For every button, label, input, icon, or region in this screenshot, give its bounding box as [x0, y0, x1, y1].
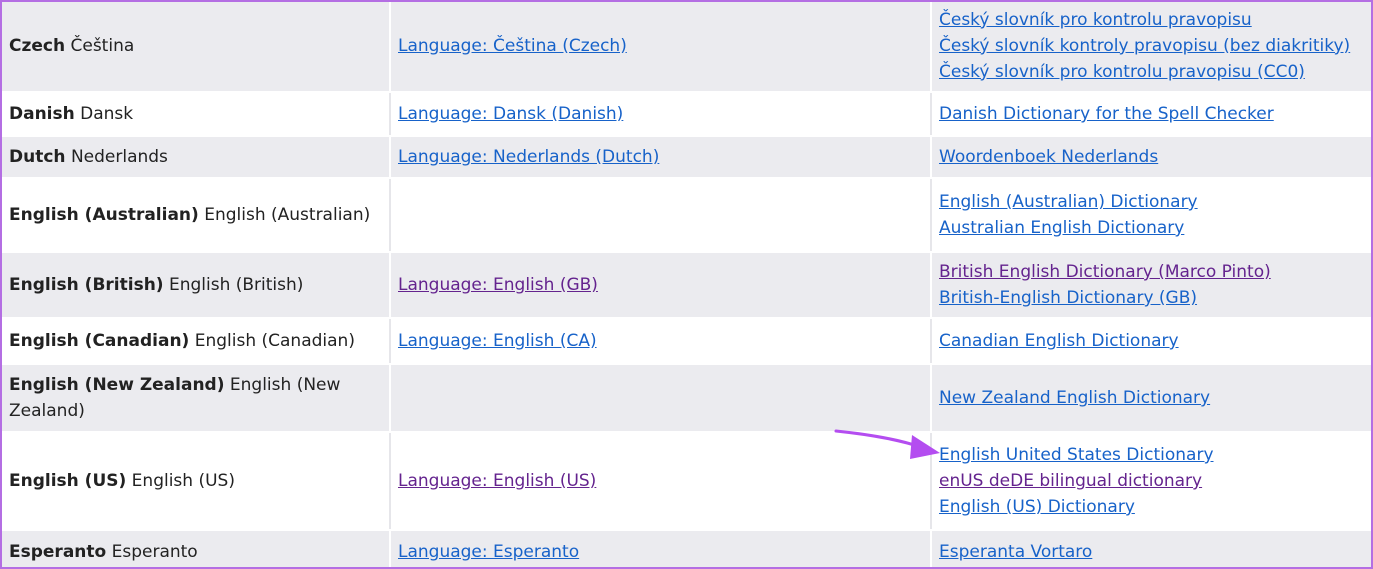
language-name-native: Nederlands: [70, 147, 168, 167]
dictionary-links-cell: Woordenboek Nederlands: [931, 136, 1371, 179]
dictionary-link[interactable]: New Zealand English Dictionary: [939, 385, 1210, 411]
arrow-pointer-icon: [834, 429, 940, 459]
dictionary-links-cell: English (Australian) Dictionary Australia…: [931, 178, 1371, 253]
dictionary-links-cell: New Zealand English Dictionary: [931, 364, 1371, 433]
language-name-native: English (Canadian): [194, 331, 355, 351]
table-body: Czech Čeština Language: Čeština (Czech) Če…: [2, 2, 1371, 567]
table-row: Esperanto Esperanto Language: Esperanto Es…: [2, 530, 1371, 567]
dictionary-link[interactable]: Esperanta Vortaro: [939, 539, 1092, 565]
language-page-cell: Language: Nederlands (Dutch): [390, 136, 932, 179]
language-name-english: English (US): [9, 471, 127, 491]
table-row: English (New Zealand) English (New Zeala…: [2, 364, 1371, 433]
dictionary-links-cell: Český slovník pro kontrolu pravopisu Česk…: [931, 2, 1371, 93]
language-dictionary-table: Czech Čeština Language: Čeština (Czech) Če…: [2, 2, 1371, 567]
language-name-english: Czech: [9, 35, 66, 56]
language-name-cell: English (New Zealand) English (New Zeala…: [2, 364, 391, 433]
language-page-cell: Language: Esperanto: [390, 530, 932, 567]
language-name-native: Dansk: [80, 104, 134, 124]
table-row: English (Canadian) English (Canadian) Lan…: [2, 318, 1371, 365]
language-name-cell: Dutch Nederlands: [2, 136, 391, 179]
language-name-english: English (New Zealand): [9, 375, 225, 395]
language-name-english: English (Canadian): [9, 331, 190, 351]
dictionary-link[interactable]: English (US) Dictionary: [939, 494, 1135, 520]
language-page-cell: [390, 178, 932, 253]
dictionary-link[interactable]: Woordenboek Nederlands: [939, 144, 1158, 170]
language-name-native: English (US): [131, 471, 235, 491]
dictionary-links-cell: Danish Dictionary for the Spell Checker: [931, 92, 1371, 137]
language-name-cell: English (Australian) English (Australian…: [2, 178, 391, 253]
dictionary-link[interactable]: Český slovník pro kontrolu pravopisu (CC…: [939, 59, 1305, 85]
language-name-cell: English (US) English (US): [2, 432, 391, 531]
language-name-cell: Czech Čeština: [2, 2, 391, 93]
language-page-cell: Language: Čeština (Czech): [390, 2, 932, 93]
dictionary-link[interactable]: Český slovník kontroly pravopisu (bez di…: [939, 33, 1350, 59]
dictionary-link[interactable]: enUS deDE bilingual dictionary: [939, 468, 1202, 494]
language-page-cell: Language: Dansk (Danish): [390, 92, 932, 137]
language-name-english: English (British): [9, 275, 164, 295]
language-page-cell: Language: English (CA): [390, 318, 932, 365]
dictionary-links-cell: Esperanta Vortaro: [931, 530, 1371, 567]
language-name-native: English (British): [168, 275, 304, 295]
language-name-native: Esperanto: [111, 542, 198, 562]
dictionary-links-cell: British English Dictionary (Marco Pinto)…: [931, 252, 1371, 319]
language-name-cell: English (Canadian) English (Canadian): [2, 318, 391, 365]
language-page-link[interactable]: Language: Esperanto: [398, 542, 579, 562]
language-page-link[interactable]: Language: Čeština (Czech): [398, 36, 627, 56]
language-name-cell: English (British) English (British): [2, 252, 391, 319]
dictionary-link[interactable]: Danish Dictionary for the Spell Checker: [939, 101, 1274, 127]
language-name-english: English (Australian): [9, 205, 199, 225]
language-dictionary-table-frame: Czech Čeština Language: Čeština (Czech) Če…: [0, 0, 1373, 569]
table-row: Dutch Nederlands Language: Nederlands (Du…: [2, 136, 1371, 179]
language-name-native: English (Australian): [204, 205, 371, 225]
dictionary-link[interactable]: English United States Dictionary: [939, 442, 1214, 468]
dictionary-links-cell: English United States Dictionary enUS deD…: [931, 432, 1371, 531]
language-name-english: Dutch: [9, 147, 66, 167]
language-page-cell: [390, 364, 932, 433]
language-page-link[interactable]: Language: Dansk (Danish): [398, 104, 623, 124]
language-name-english: Esperanto: [9, 542, 107, 562]
language-page-link[interactable]: Language: English (US): [398, 471, 596, 491]
language-name-english: Danish: [9, 104, 75, 124]
dictionary-link[interactable]: Canadian English Dictionary: [939, 328, 1179, 354]
language-name-cell: Esperanto Esperanto: [2, 530, 391, 567]
dictionary-link[interactable]: British English Dictionary (Marco Pinto): [939, 259, 1271, 285]
table-row: Czech Čeština Language: Čeština (Czech) Če…: [2, 2, 1371, 93]
table-row: English (Australian) English (Australian…: [2, 178, 1371, 253]
language-page-link[interactable]: Language: English (GB): [398, 275, 598, 295]
language-page-link[interactable]: Language: Nederlands (Dutch): [398, 147, 659, 167]
language-page-cell: Language: English (GB): [390, 252, 932, 319]
table-row: English (British) English (British) Langu…: [2, 252, 1371, 319]
language-name-native: Čeština: [70, 35, 135, 56]
dictionary-link[interactable]: Australian English Dictionary: [939, 215, 1184, 241]
language-page-link[interactable]: Language: English (CA): [398, 331, 597, 351]
dictionary-link[interactable]: Český slovník pro kontrolu pravopisu: [939, 7, 1252, 33]
language-name-cell: Danish Dansk: [2, 92, 391, 137]
table-row: English (US) English (US) Language: Engli…: [2, 432, 1371, 531]
dictionary-link[interactable]: English (Australian) Dictionary: [939, 189, 1198, 215]
dictionary-link[interactable]: British-English Dictionary (GB): [939, 285, 1197, 311]
table-row: Danish Dansk Language: Dansk (Danish) Dani…: [2, 92, 1371, 137]
dictionary-links-cell: Canadian English Dictionary: [931, 318, 1371, 365]
